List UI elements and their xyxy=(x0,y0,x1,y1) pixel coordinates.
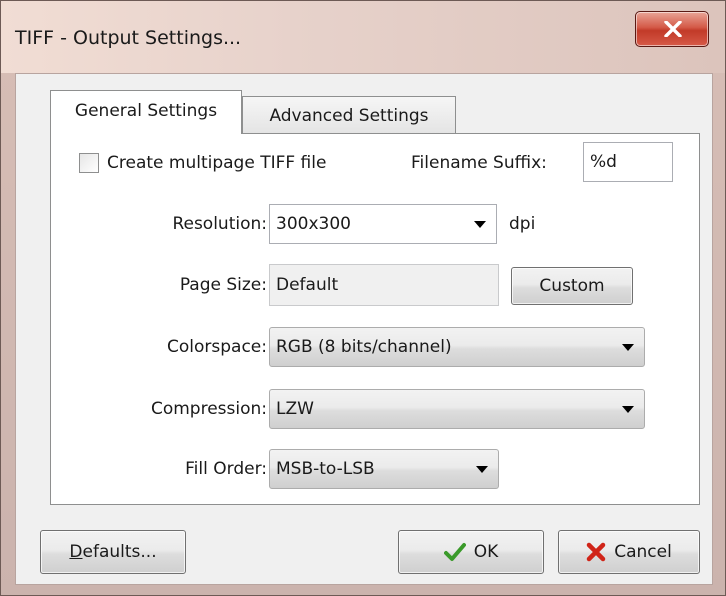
defaults-mnemonic: D xyxy=(69,542,83,562)
chevron-down-icon xyxy=(622,406,634,413)
multipage-checkbox[interactable] xyxy=(79,153,99,173)
compression-label: Compression: xyxy=(150,399,267,419)
page-size-field: Default xyxy=(269,264,499,306)
ok-label: OK xyxy=(473,542,499,562)
red-x-icon xyxy=(586,542,606,562)
resolution-value: 300x300 xyxy=(276,214,351,234)
cancel-label: Cancel xyxy=(614,542,672,562)
fill-order-label: Fill Order: xyxy=(185,459,267,479)
compression-value: LZW xyxy=(276,399,314,419)
title-bar[interactable]: TIFF - Output Settings... xyxy=(1,1,725,73)
page-size-label: Page Size: xyxy=(179,275,267,295)
cancel-button[interactable]: Cancel xyxy=(558,530,700,574)
chevron-down-icon xyxy=(476,466,488,473)
colorspace-dropdown[interactable]: RGB (8 bits/channel) xyxy=(269,327,645,367)
general-settings-panel: Create multipage TIFF file Filename Suff… xyxy=(50,133,700,505)
checkmark-icon xyxy=(443,543,466,561)
compression-dropdown[interactable]: LZW xyxy=(269,389,645,429)
dialog-window: TIFF - Output Settings... General Settin… xyxy=(0,0,726,596)
chevron-down-icon xyxy=(622,344,634,351)
resolution-unit: dpi xyxy=(509,214,536,234)
close-icon xyxy=(664,21,682,37)
resolution-label: Resolution: xyxy=(172,214,267,234)
tab-advanced-settings[interactable]: Advanced Settings xyxy=(242,96,456,134)
chevron-down-icon[interactable] xyxy=(474,221,486,228)
close-button[interactable] xyxy=(635,11,709,47)
colorspace-value: RGB (8 bits/channel) xyxy=(276,337,452,357)
window-title: TIFF - Output Settings... xyxy=(15,27,242,49)
defaults-label: efaults... xyxy=(82,542,157,562)
colorspace-label: Colorspace: xyxy=(167,337,267,357)
fill-order-dropdown[interactable]: MSB-to-LSB xyxy=(269,449,499,489)
resolution-combobox[interactable]: 300x300 xyxy=(269,204,497,244)
ok-button[interactable]: OK xyxy=(398,530,544,574)
filename-suffix-label: Filename Suffix: xyxy=(411,153,547,173)
multipage-label[interactable]: Create multipage TIFF file xyxy=(107,153,326,173)
dialog-body: General Settings Advanced Settings Creat… xyxy=(15,73,713,585)
defaults-button[interactable]: Defaults... xyxy=(40,530,186,574)
filename-suffix-input[interactable]: %d xyxy=(583,142,673,182)
fill-order-value: MSB-to-LSB xyxy=(276,459,375,479)
tab-general-settings[interactable]: General Settings xyxy=(50,90,242,134)
custom-button[interactable]: Custom xyxy=(511,267,633,305)
